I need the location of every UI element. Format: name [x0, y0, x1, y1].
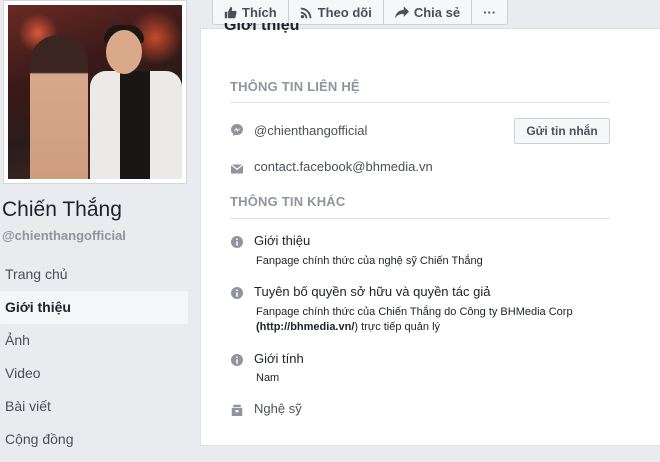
- about-card: Giới thiệu THÔNG TIN LIÊN HỆ @chienthang…: [200, 23, 660, 446]
- nav-item-photos[interactable]: Ảnh: [0, 324, 188, 357]
- rss-icon: [300, 6, 313, 19]
- messenger-handle[interactable]: @chienthangofficial: [254, 123, 367, 138]
- info-icon: [231, 353, 243, 366]
- share-arrow-icon: [394, 5, 409, 19]
- messenger-icon: [231, 123, 243, 136]
- intro-text: Fanpage chính thức của nghệ sỹ Chiến Thắ…: [256, 255, 483, 267]
- nav-item-videos[interactable]: Video: [0, 357, 188, 390]
- email-link[interactable]: contact.facebook@bhmedia.vn: [254, 159, 433, 174]
- like-button[interactable]: Thích: [213, 0, 289, 24]
- copyright-title: Tuyên bố quyền sở hữu và quyền tác giả: [254, 284, 491, 299]
- copyright-line-1: Fanpage chính thức của Chiến Thắng do Cô…: [256, 306, 573, 318]
- divider: [230, 218, 610, 219]
- page-action-bar: Thích Theo dõi Chia sẻ ···: [212, 0, 509, 25]
- nav-item-about[interactable]: Giới thiệu: [0, 291, 188, 324]
- category-icon: [231, 403, 243, 416]
- page-nav: Trang chủ Giới thiệu Ảnh Video Bài viết …: [0, 258, 188, 456]
- copyright-rest: ) trực tiếp quản lý: [354, 321, 441, 333]
- email-icon: [230, 161, 244, 174]
- nav-item-posts[interactable]: Bài viết: [0, 390, 188, 423]
- follow-label: Theo dõi: [317, 4, 372, 20]
- page-handle[interactable]: @chienthangofficial: [2, 228, 126, 243]
- category-link[interactable]: Nghệ sỹ: [254, 401, 302, 416]
- bhmedia-link[interactable]: (http://bhmedia.vn/: [256, 321, 354, 333]
- avatar-image: [8, 5, 182, 179]
- about-title: Giới thiệu: [224, 23, 300, 33]
- info-icon: [231, 286, 243, 299]
- info-icon: [231, 235, 243, 248]
- like-label: Thích: [242, 4, 277, 20]
- send-message-button[interactable]: Gửi tin nhắn: [514, 118, 610, 144]
- other-info-header: THÔNG TIN KHÁC: [230, 194, 346, 209]
- thumbs-up-icon: [224, 6, 237, 19]
- follow-button[interactable]: Theo dõi: [289, 0, 384, 24]
- nav-item-home[interactable]: Trang chủ: [0, 258, 188, 291]
- divider: [230, 102, 610, 103]
- nav-item-community[interactable]: Cộng đồng: [0, 423, 188, 456]
- gender-value: Nam: [256, 372, 280, 384]
- share-label: Chia sẻ: [413, 4, 461, 20]
- page-name[interactable]: Chiến Thắng: [2, 198, 122, 222]
- profile-picture[interactable]: [3, 0, 187, 184]
- more-options-button[interactable]: ···: [472, 0, 507, 24]
- copyright-line-2: (http://bhmedia.vn/) trực tiếp quản lý: [256, 321, 440, 333]
- more-icon: ···: [483, 4, 497, 20]
- share-button[interactable]: Chia sẻ: [384, 0, 473, 24]
- contact-info-header: THÔNG TIN LIÊN HỆ: [230, 79, 360, 94]
- left-column: Chiến Thắng @chienthangofficial Trang ch…: [0, 0, 190, 462]
- intro-title: Giới thiệu: [254, 233, 311, 248]
- gender-title: Giới tính: [254, 351, 304, 366]
